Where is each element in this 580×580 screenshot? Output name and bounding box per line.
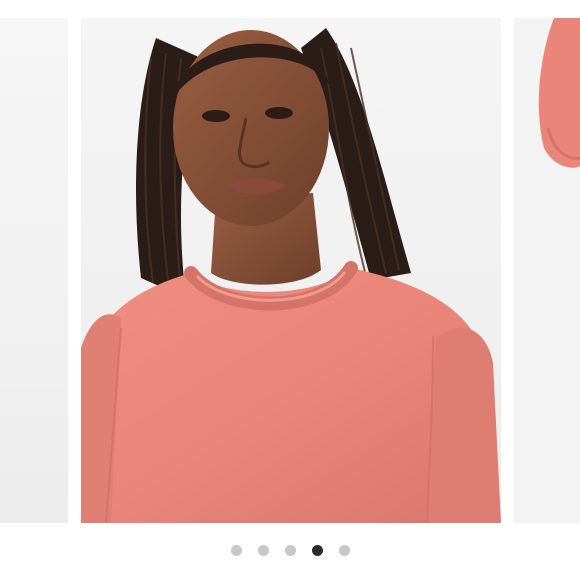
product-image-gallery [0, 0, 580, 580]
pagination-dot-1[interactable] [230, 544, 242, 556]
pagination-dot-2[interactable] [257, 544, 269, 556]
sleeve-photo [514, 18, 580, 523]
pagination-dot-3[interactable] [284, 544, 296, 556]
previous-slide-image[interactable] [0, 18, 68, 523]
next-slide-image[interactable] [514, 18, 580, 523]
image-carousel[interactable] [0, 18, 580, 523]
current-slide-image[interactable] [81, 18, 501, 523]
model-photo [81, 18, 501, 523]
pagination-dot-4[interactable] [311, 544, 323, 556]
pagination-dot-5[interactable] [338, 544, 350, 556]
carousel-pagination [0, 543, 580, 557]
